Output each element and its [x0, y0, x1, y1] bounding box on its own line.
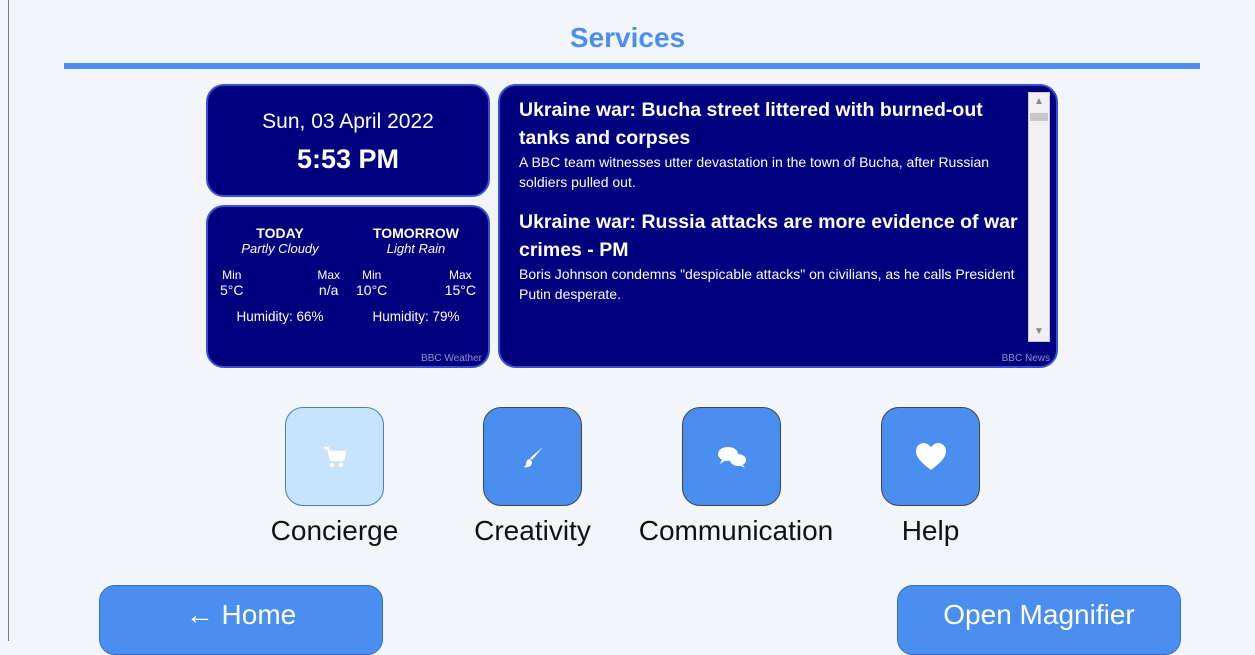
- weather-max: Max n/a: [317, 268, 340, 299]
- window-left-border: [8, 0, 9, 641]
- weather-max: Max 15°C: [444, 268, 476, 299]
- weather-min: Min 5°C: [220, 268, 244, 299]
- help-button[interactable]: [881, 407, 980, 506]
- news-scrollbar[interactable]: ▲ ▼: [1028, 92, 1050, 342]
- concierge-button[interactable]: [285, 407, 384, 506]
- datetime-card: Sun, 03 April 2022 5:53 PM: [206, 84, 490, 197]
- heart-icon: [915, 442, 946, 470]
- cart-icon: [323, 446, 346, 467]
- date-text: Sun, 03 April 2022: [262, 110, 434, 133]
- weather-condition: Partly Cloudy: [241, 241, 319, 256]
- news-headline[interactable]: Ukraine war: Bucha street littered with …: [519, 96, 1019, 152]
- home-button[interactable]: ← Home: [99, 585, 383, 655]
- scroll-up-arrow-icon[interactable]: ▲: [1029, 93, 1049, 111]
- paintbrush-icon: [522, 446, 543, 467]
- scroll-down-arrow-icon[interactable]: ▼: [1029, 323, 1049, 341]
- news-headline[interactable]: Ukraine war: Russia attacks are more evi…: [519, 208, 1019, 264]
- title-underline: [64, 63, 1200, 69]
- weather-card: TODAY Partly Cloudy Min 5°C Max n/a Humi…: [206, 205, 490, 368]
- concierge-label[interactable]: Concierge: [240, 515, 429, 547]
- weather-credit: BBC Weather: [421, 353, 482, 364]
- time-text: 5:53 PM: [296, 144, 400, 174]
- news-item[interactable]: Ukraine war: Bucha street littered with …: [519, 96, 1019, 192]
- weather-day-label: TODAY: [256, 225, 304, 241]
- communication-button[interactable]: [682, 407, 781, 506]
- news-item[interactable]: Ukraine war: Russia attacks are more evi…: [519, 208, 1019, 304]
- news-card: Ukraine war: Bucha street littered with …: [498, 84, 1058, 368]
- creativity-button[interactable]: [483, 407, 582, 506]
- news-summary: A BBC team witnesses utter devastation i…: [519, 154, 990, 190]
- weather-min: Min 10°C: [356, 268, 388, 299]
- help-label[interactable]: Help: [836, 515, 1025, 547]
- news-summary: Boris Johnson condemns "despicable attac…: [519, 266, 1015, 302]
- scrollbar-thumb[interactable]: [1030, 113, 1048, 121]
- weather-day-label: TOMORROW: [372, 225, 460, 241]
- chat-bubbles-icon: [717, 446, 746, 468]
- page-title: Services: [569, 22, 686, 53]
- weather-condition: Light Rain: [386, 241, 446, 256]
- weather-today: TODAY Partly Cloudy Min 5°C Max n/a Humi…: [218, 225, 342, 324]
- creativity-label[interactable]: Creativity: [438, 515, 627, 547]
- news-credit: BBC News: [1001, 353, 1050, 364]
- open-magnifier-button[interactable]: Open Magnifier: [897, 585, 1181, 655]
- news-list: Ukraine war: Bucha street littered with …: [519, 96, 1019, 320]
- weather-humidity: Humidity: 66%: [236, 309, 324, 324]
- weather-tomorrow: TOMORROW Light Rain Min 10°C Max 15°C Hu…: [354, 225, 478, 324]
- weather-humidity: Humidity: 79%: [372, 309, 460, 324]
- communication-label[interactable]: Communication: [611, 515, 861, 547]
